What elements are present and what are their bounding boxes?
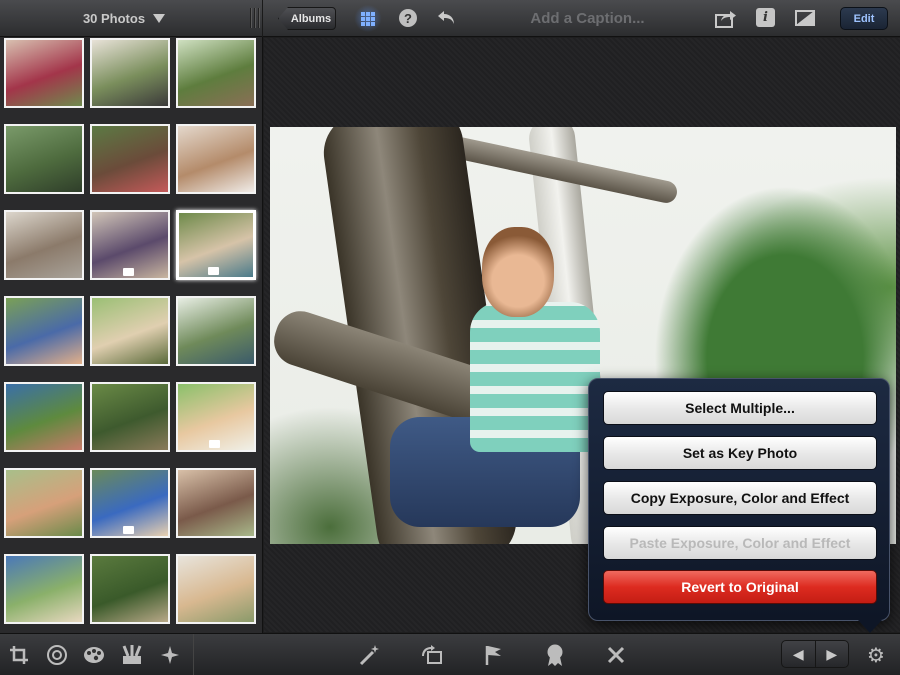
- thumb-21[interactable]: [176, 554, 256, 624]
- albums-back-button[interactable]: Albums: [278, 7, 336, 30]
- photos-count-label: 30 Photos: [82, 11, 146, 26]
- color-palette-icon: [84, 647, 104, 663]
- bottom-toolbar: ⚙: [0, 633, 900, 675]
- thumb-3[interactable]: [176, 38, 256, 108]
- edit-button[interactable]: Edit: [840, 7, 888, 30]
- hide-button[interactable]: [604, 643, 628, 667]
- effects-button[interactable]: [158, 643, 182, 667]
- thumb-18[interactable]: [176, 468, 256, 538]
- photo-boy-shirt: [470, 302, 600, 452]
- thumb-1[interactable]: [4, 38, 84, 108]
- grid-view-button[interactable]: [354, 5, 382, 32]
- thumb-5[interactable]: [90, 124, 170, 194]
- undo-icon: [438, 11, 454, 24]
- share-icon: [715, 11, 736, 28]
- help-button[interactable]: ?: [399, 9, 417, 27]
- select-multiple-button[interactable]: Select Multiple...: [603, 391, 877, 425]
- copy-exposure-button[interactable]: Copy Exposure, Color and Effect: [603, 481, 877, 515]
- edited-badge-icon: [123, 268, 134, 276]
- arrow-left-icon: ◀: [792, 645, 804, 662]
- menu-item-label: Copy Exposure, Color and Effect: [630, 490, 850, 506]
- menu-item-label: Set as Key Photo: [682, 445, 798, 461]
- thumb-12[interactable]: [176, 296, 256, 366]
- auto-enhance-button[interactable]: [358, 643, 382, 667]
- thumb-13[interactable]: [4, 382, 84, 452]
- menu-item-label: Paste Exposure, Color and Effect: [629, 535, 851, 551]
- next-photo-button[interactable]: ▶: [814, 641, 849, 667]
- previous-photo-button[interactable]: ◀: [782, 641, 815, 667]
- thumb-6[interactable]: [176, 124, 256, 194]
- help-icon: ?: [404, 10, 412, 26]
- popover-arrow: [858, 620, 882, 633]
- photo-navigation: ◀ ▶: [781, 640, 849, 668]
- arrow-right-icon: ▶: [826, 645, 838, 662]
- compare-original-button[interactable]: [795, 8, 815, 28]
- photos-count-dropdown[interactable]: 30 Photos: [0, 0, 248, 37]
- thumb-15[interactable]: [176, 382, 256, 452]
- brushes-icon: [122, 645, 142, 664]
- paste-exposure-button: Paste Exposure, Color and Effect: [603, 526, 877, 560]
- albums-button-label: Albums: [290, 12, 332, 25]
- settings-popover-menu: Select Multiple... Set as Key Photo Copy E…: [588, 378, 890, 621]
- thumb-16[interactable]: [4, 468, 84, 538]
- dropdown-triangle-icon: [153, 14, 166, 23]
- info-icon: i: [763, 10, 768, 25]
- info-button[interactable]: i: [756, 8, 775, 27]
- thumb-2[interactable]: [90, 38, 170, 108]
- rotate-button[interactable]: [419, 643, 443, 667]
- set-key-photo-button[interactable]: Set as Key Photo: [603, 436, 877, 470]
- browser-header: 30 Photos: [0, 0, 263, 37]
- edited-badge-icon: [208, 267, 219, 275]
- thumb-8[interactable]: [90, 210, 170, 280]
- rotate-icon: [422, 645, 442, 664]
- thumb-14[interactable]: [90, 382, 170, 452]
- auto-enhance-icon: [359, 645, 379, 666]
- exposure-icon: [47, 645, 67, 665]
- edited-badge-icon: [209, 440, 220, 448]
- thumb-17[interactable]: [90, 468, 170, 538]
- compare-icon: [795, 10, 815, 26]
- menu-item-label: Revert to Original: [681, 579, 799, 595]
- revert-original-button[interactable]: Revert to Original: [603, 570, 877, 604]
- edit-button-label: Edit: [853, 12, 875, 25]
- effects-icon: [161, 646, 179, 664]
- exposure-button[interactable]: [45, 643, 69, 667]
- hide-x-icon: [607, 646, 625, 664]
- flag-icon: [485, 646, 501, 665]
- menu-item-label: Select Multiple...: [685, 400, 795, 416]
- thumb-7[interactable]: [4, 210, 84, 280]
- thumb-20[interactable]: [90, 554, 170, 624]
- thumb-19[interactable]: [4, 554, 84, 624]
- photo-boy-head: [482, 227, 554, 317]
- thumb-11[interactable]: [90, 296, 170, 366]
- favorite-badge-icon: [547, 644, 563, 666]
- thumb-4[interactable]: [4, 124, 84, 194]
- color-button[interactable]: [82, 643, 106, 667]
- undo-button[interactable]: [435, 6, 459, 30]
- flag-button[interactable]: [482, 643, 506, 667]
- crop-button[interactable]: [7, 643, 31, 667]
- caption-placeholder: Add a Caption...: [530, 10, 645, 27]
- settings-button[interactable]: ⚙: [864, 643, 888, 667]
- grid-icon: [361, 11, 375, 26]
- edited-badge-icon: [123, 526, 134, 534]
- brushes-button[interactable]: [120, 643, 144, 667]
- favorite-button[interactable]: [543, 643, 567, 667]
- toolbar-divider: [193, 634, 194, 675]
- thumb-10[interactable]: [4, 296, 84, 366]
- thumb-9[interactable]: [176, 210, 256, 280]
- share-button[interactable]: [715, 8, 737, 28]
- crop-icon: [10, 646, 28, 664]
- resize-grip-icon[interactable]: [250, 8, 260, 28]
- caption-field[interactable]: Add a Caption...: [500, 0, 675, 37]
- top-toolbar: 30 Photos Albums ? Add a Caption... i Ed…: [0, 0, 900, 37]
- thumbnail-browser[interactable]: [0, 37, 263, 633]
- gear-icon: ⚙: [867, 644, 885, 667]
